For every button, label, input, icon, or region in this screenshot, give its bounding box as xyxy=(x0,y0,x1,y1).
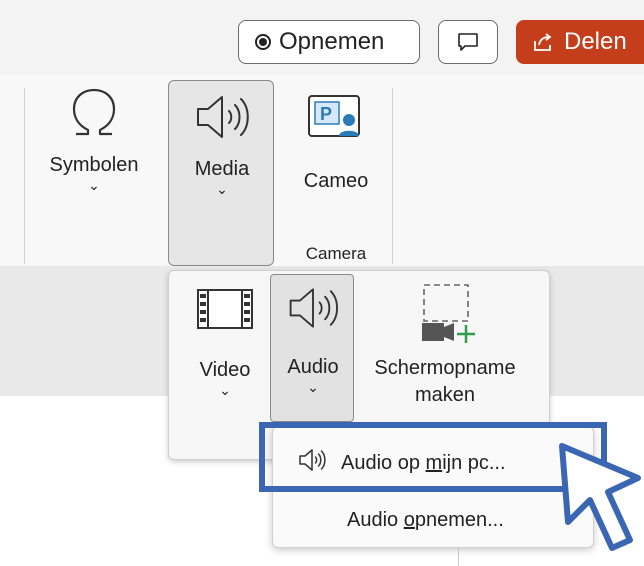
record-icon xyxy=(255,34,271,50)
comment-button[interactable] xyxy=(438,20,498,64)
record-label: Opnemen xyxy=(279,28,385,55)
cameo-button[interactable]: P Cameo xyxy=(290,92,382,193)
screen-recording-label-1: Schermopname xyxy=(374,357,516,379)
svg-text:P: P xyxy=(320,104,332,124)
film-icon xyxy=(197,289,253,329)
title-bar: Opnemen Delen xyxy=(0,0,644,74)
share-label: Delen xyxy=(564,28,627,55)
share-icon xyxy=(534,33,552,51)
share-button[interactable]: Delen xyxy=(516,20,644,64)
ribbon-separator xyxy=(392,88,393,264)
screen-recording-icon xyxy=(422,284,475,343)
symbols-button[interactable]: Symbolen ⌄ xyxy=(36,84,152,194)
chevron-down-icon: ⌄ xyxy=(216,181,228,197)
comment-icon xyxy=(458,33,478,51)
screen-recording-label-2: maken xyxy=(414,384,476,406)
symbols-label: Symbolen xyxy=(49,154,139,176)
video-button[interactable]: Video ⌄ xyxy=(183,287,267,399)
video-label: Video xyxy=(199,359,251,381)
record-audio-label-post: pnemen... xyxy=(414,509,504,531)
audio-button[interactable]: Audio ⌄ xyxy=(270,274,354,422)
record-audio-label-pre: Audio xyxy=(347,509,404,531)
cameo-label: Cameo xyxy=(303,170,369,192)
record-audio-accesskey: o xyxy=(403,509,415,531)
camera-group-label: Camera xyxy=(305,244,367,263)
audio-label: Audio xyxy=(287,356,339,378)
media-button[interactable]: Media ⌄ xyxy=(168,80,274,266)
chevron-down-icon: ⌄ xyxy=(307,379,319,395)
omega-icon xyxy=(72,88,116,136)
record-audio-item[interactable]: Audio opnemen... xyxy=(347,509,504,532)
speaker-icon xyxy=(197,96,249,138)
divider xyxy=(458,548,459,566)
chevron-down-icon: ⌄ xyxy=(88,177,100,193)
ribbon: Symbolen ⌄ P Cameo Camera xyxy=(0,74,644,266)
cursor-icon xyxy=(559,443,641,551)
media-label: Media xyxy=(194,158,250,180)
screen-recording-button[interactable]: Schermopname maken xyxy=(355,281,535,407)
cameo-icon: P xyxy=(308,95,360,137)
speaker-icon xyxy=(289,288,338,328)
chevron-down-icon: ⌄ xyxy=(219,382,231,398)
ribbon-separator xyxy=(24,88,25,264)
record-button[interactable]: Opnemen xyxy=(238,20,420,64)
